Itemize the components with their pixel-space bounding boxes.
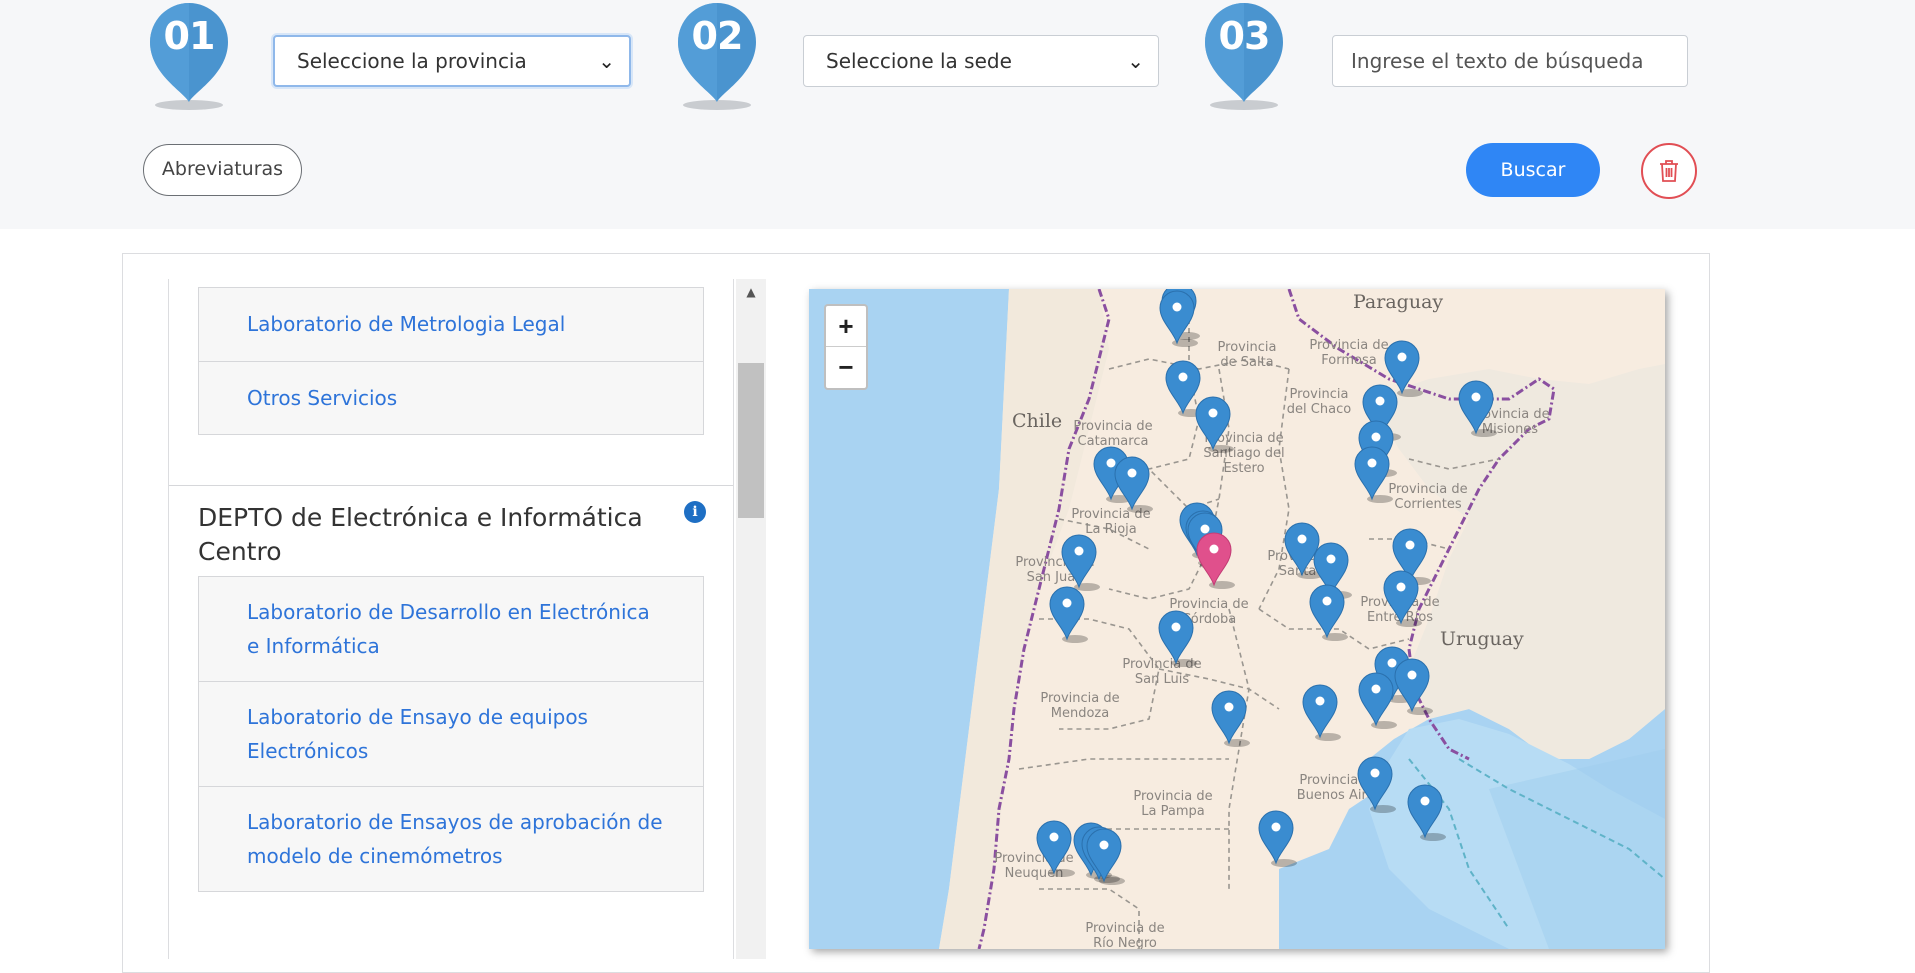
province-label: Provincia de Río Negro (1085, 921, 1165, 949)
chevron-down-icon: ⌄ (598, 49, 615, 73)
search-button[interactable]: Buscar (1466, 143, 1600, 197)
list-scrollbar[interactable]: ▲ (736, 279, 766, 959)
lab-link[interactable]: Laboratorio de Ensayos de aprobación de … (247, 810, 663, 868)
province-label: Provincia de Córdoba (1169, 597, 1249, 627)
list-item[interactable]: Otros Servicios (199, 362, 703, 434)
province-label: Provincia de Salta (1217, 340, 1277, 370)
lab-link[interactable]: Laboratorio de Ensayo de equipos Electró… (247, 705, 588, 763)
lab-group: Laboratorio de Metrologia Legal Otros Se… (198, 287, 704, 435)
step-marker-2: 02 (672, 0, 762, 112)
province-select-value: Seleccione la provincia (297, 49, 527, 73)
divider (169, 485, 733, 486)
province-label: Provincia de Entre Ríos (1360, 595, 1440, 625)
lab-link[interactable]: Otros Servicios (247, 386, 397, 410)
zoom-in-button[interactable]: + (826, 306, 866, 347)
province-label: Provincia de Formosa (1309, 338, 1389, 368)
country-label: Uruguay (1440, 628, 1524, 650)
step-number: 03 (1218, 14, 1271, 58)
list-item[interactable]: Laboratorio de Ensayos de aprobación de … (199, 787, 703, 891)
province-label: Provincia de Misiones (1470, 407, 1550, 437)
scroll-thumb[interactable] (738, 363, 764, 518)
list-item[interactable]: Laboratorio de Ensayo de equipos Electró… (199, 682, 703, 787)
chevron-down-icon: ⌄ (1127, 49, 1144, 73)
search-band: 01 Seleccione la provincia ⌄ 02 Seleccio… (0, 0, 1915, 229)
province-label: Provincia de Corrientes (1388, 482, 1468, 512)
step-number: 02 (691, 14, 744, 58)
site-select[interactable]: Seleccione la sede ⌄ (803, 35, 1159, 87)
site-select-value: Seleccione la sede (826, 49, 1012, 73)
results-list: Laboratorio de Metrologia Legal Otros Se… (168, 279, 734, 959)
country-label: Chile (1012, 410, 1063, 432)
scroll-up-arrow-icon[interactable]: ▲ (736, 285, 766, 299)
zoom-out-button[interactable]: − (826, 347, 866, 388)
province-label: Provincia del Chaco (1286, 387, 1352, 417)
province-label: Provincia de La Rioja (1071, 507, 1151, 537)
province-label: Provincia de Catamarca (1073, 419, 1153, 449)
list-item[interactable]: Laboratorio de Metrologia Legal (199, 288, 703, 362)
province-label: Provincia de San Juan (1015, 555, 1095, 585)
department-title: DEPTO de Electrónica e Informática Centr… (198, 503, 643, 566)
step-marker-3: 03 (1199, 0, 1289, 112)
lab-link[interactable]: Laboratorio de Metrologia Legal (247, 312, 565, 336)
province-label: Provincia de Buenos Aires (1296, 773, 1382, 803)
step-number: 01 (163, 14, 216, 58)
province-label: Provincia de Mendoza (1040, 691, 1120, 721)
province-label: Provincia de La Pampa (1133, 789, 1213, 819)
lab-group: Laboratorio de Desarrollo en Electrónica… (198, 576, 704, 892)
province-label: Provincia de Santiago del Estero (1203, 431, 1285, 476)
province-label: Provincia de San Luis (1122, 657, 1202, 687)
search-text-input[interactable] (1332, 35, 1688, 87)
abbreviations-button[interactable]: Abreviaturas (143, 144, 302, 196)
lab-link[interactable]: Laboratorio de Desarrollo en Electrónica… (247, 600, 650, 658)
map[interactable]: Paraguay Chile Uruguay Provincia de Salt… (809, 289, 1665, 949)
clear-button[interactable] (1641, 143, 1697, 199)
trash-icon (1660, 160, 1678, 182)
province-label: Provincia de Neuquén (994, 851, 1074, 881)
list-item[interactable]: Laboratorio de Desarrollo en Electrónica… (199, 577, 703, 682)
step-marker-1: 01 (144, 0, 234, 112)
province-label: Provincia de Santa Fe (1267, 549, 1347, 579)
province-select[interactable]: Seleccione la provincia ⌄ (273, 35, 631, 87)
zoom-control: + − (824, 304, 868, 390)
info-icon[interactable]: i (684, 501, 706, 523)
country-label: Paraguay (1353, 291, 1444, 313)
